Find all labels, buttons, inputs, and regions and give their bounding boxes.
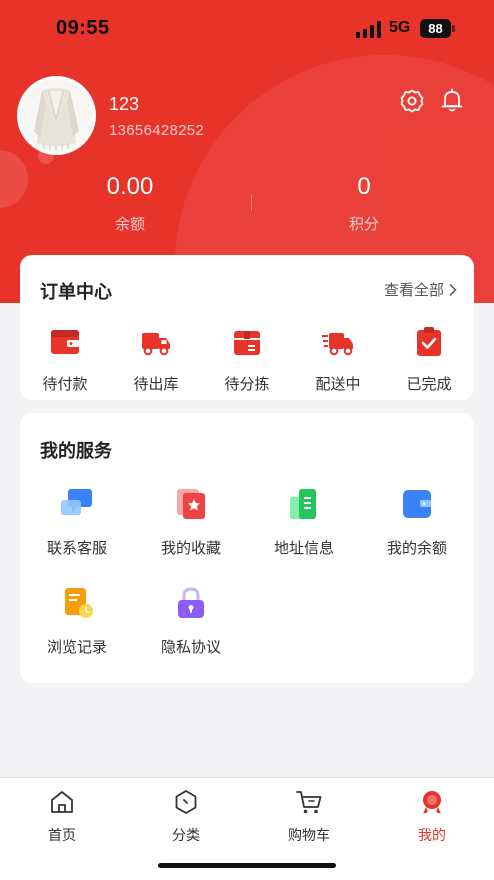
tab-home-label: 首页	[48, 828, 76, 844]
decorative-circle	[0, 150, 28, 208]
chat-icon	[61, 489, 92, 515]
order-pending-payment[interactable]: 待付款	[25, 325, 105, 394]
order-center-card: 订单中心 查看全部 待付款 待出库 待分拣 配送中 已完成	[20, 255, 474, 400]
address-icon	[290, 489, 316, 519]
clipboard-check-icon	[417, 327, 441, 356]
battery-icon: 88	[420, 19, 451, 38]
points-stat[interactable]: 0 积分	[294, 173, 434, 234]
battery-tip	[452, 25, 455, 32]
truck-icon	[142, 333, 170, 356]
profile-icon	[423, 791, 441, 814]
bell-icon[interactable]	[439, 87, 465, 113]
fast-truck-icon	[322, 333, 353, 356]
home-indicator	[158, 863, 336, 868]
order-pending-sorting[interactable]: 待分拣	[207, 325, 287, 394]
service-favorites-label: 我的收藏	[160, 539, 221, 557]
service-my-balance[interactable]: 我的余额	[362, 485, 472, 558]
service-favorites[interactable]: 我的收藏	[136, 485, 246, 558]
points-value: 0	[357, 173, 371, 200]
lock-icon	[178, 587, 204, 618]
service-customer-support-label: 联系客服	[46, 539, 107, 557]
category-icon	[175, 790, 197, 814]
order-completed[interactable]: 已完成	[389, 325, 469, 394]
view-all-orders-link[interactable]: 查看全部	[384, 279, 458, 300]
home-icon	[51, 791, 73, 813]
order-in-delivery-label: 配送中	[315, 375, 361, 393]
status-bar: 09:55 5G 88	[0, 0, 494, 58]
service-privacy-policy-label: 隐私协议	[160, 638, 221, 656]
order-pending-outbound[interactable]: 待出库	[116, 325, 196, 394]
balance-value: 0.00	[106, 173, 154, 200]
signal-icon	[356, 21, 382, 38]
favorite-icon	[177, 489, 205, 519]
tab-home[interactable]: 首页	[17, 788, 107, 845]
order-completed-label: 已完成	[406, 375, 452, 393]
cart-icon	[296, 791, 322, 814]
username: 123	[109, 94, 140, 114]
service-customer-support[interactable]: 联系客服	[22, 485, 132, 558]
tab-category-label: 分类	[172, 828, 200, 844]
my-services-title: 我的服务	[40, 441, 112, 462]
tab-profile[interactable]: 我的	[387, 788, 477, 845]
service-address-info-label: 地址信息	[273, 539, 334, 557]
balance-icon	[403, 490, 431, 518]
chevron-right-icon	[449, 283, 457, 296]
box-icon	[234, 331, 260, 355]
tab-cart[interactable]: 购物车	[264, 788, 354, 845]
order-pending-outbound-label: 待出库	[133, 375, 179, 393]
balance-stat[interactable]: 0.00 余额	[60, 173, 200, 234]
balance-label: 余额	[114, 215, 145, 233]
status-time: 09:55	[56, 17, 110, 39]
tab-cart-label: 购物车	[288, 828, 330, 844]
order-pending-payment-label: 待付款	[42, 375, 88, 393]
tab-profile-label: 我的	[418, 828, 446, 844]
my-services-card: 我的服务 联系客服 我的收藏 地址信息 我的余额 浏览记录 隐私协议	[20, 413, 474, 683]
tab-category[interactable]: 分类	[141, 788, 231, 845]
order-center-title: 订单中心	[40, 282, 112, 303]
order-pending-sorting-label: 待分拣	[224, 375, 270, 393]
stat-divider	[251, 195, 252, 211]
order-in-delivery[interactable]: 配送中	[298, 325, 378, 394]
phone-number: 13656428252	[109, 122, 205, 139]
service-address-info[interactable]: 地址信息	[249, 485, 359, 558]
service-privacy-policy[interactable]: 隐私协议	[136, 584, 246, 657]
network-type: 5G	[389, 19, 411, 36]
wallet-icon	[51, 330, 79, 354]
points-label: 积分	[348, 215, 379, 233]
view-all-label: 查看全部	[383, 281, 444, 299]
avatar[interactable]	[17, 76, 96, 155]
history-icon	[65, 588, 93, 618]
service-browse-history[interactable]: 浏览记录	[22, 584, 132, 657]
settings-icon[interactable]	[399, 88, 425, 114]
service-browse-history-label: 浏览记录	[46, 638, 107, 656]
service-my-balance-label: 我的余额	[386, 539, 447, 557]
